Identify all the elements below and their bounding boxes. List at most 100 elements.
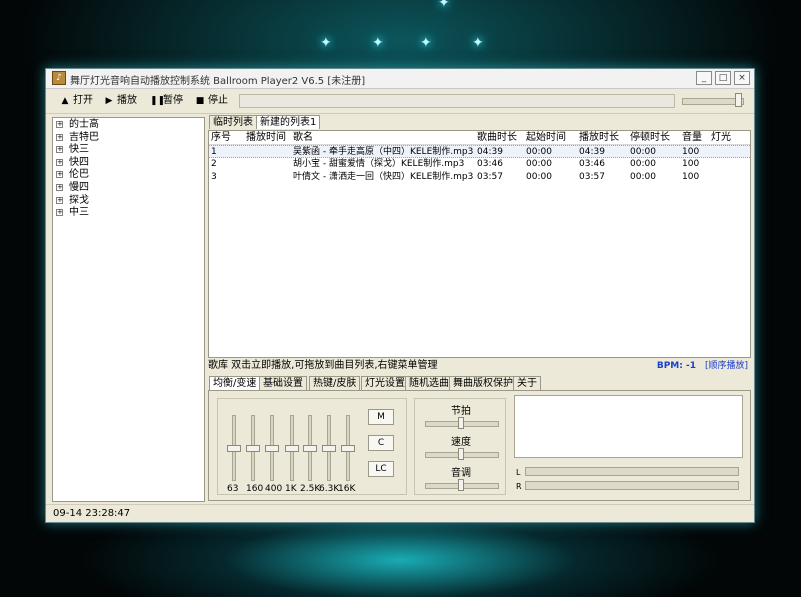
datetime-display: 09-14 23:28:47	[53, 508, 131, 519]
tree-item-label: 探戈	[69, 194, 89, 206]
tree-item-label: 慢四	[69, 181, 89, 193]
col-index[interactable]: 序号	[211, 131, 231, 144]
col-play-length[interactable]: 播放时长	[579, 131, 619, 144]
pitch-slider-thumb[interactable]	[458, 479, 464, 491]
eq-slider-thumb[interactable]	[246, 445, 260, 452]
eq-m-button[interactable]: M	[368, 409, 394, 425]
tree-item[interactable]: + 吉特巴	[53, 132, 204, 145]
expand-icon[interactable]: +	[56, 133, 63, 141]
cell-pause-length: 00:00	[630, 172, 656, 182]
expand-icon[interactable]: +	[56, 121, 63, 128]
maximize-button[interactable]: □	[715, 71, 731, 85]
open-button[interactable]: ▲ 打开	[60, 93, 93, 109]
eq-band-label: 16K	[338, 484, 356, 494]
eq-band-slider[interactable]	[264, 415, 280, 481]
eq-band-slider[interactable]	[226, 415, 242, 481]
cell-play-length: 04:39	[579, 147, 605, 157]
play-button[interactable]: ▶ 播放	[104, 93, 137, 109]
cell-start-time: 00:00	[526, 172, 552, 182]
col-volume[interactable]: 音量	[682, 131, 702, 144]
settings-tab[interactable]: 灯光设置	[361, 376, 409, 390]
status-line: 歌库 双击立即播放,可拖放到曲目列表,右键菜单管理 BPM: -1 [顺序播放]	[208, 359, 748, 373]
settings-tab[interactable]: 基础设置	[259, 376, 307, 390]
eq-slider-thumb[interactable]	[265, 445, 279, 452]
expand-icon[interactable]: +	[56, 209, 63, 217]
title-bar[interactable]: ♪ 舞厅灯光音响自动播放控制系统 Ballroom Player2 V6.5 […	[46, 69, 754, 89]
cell-song-name: 胡小宝 - 甜蜜爱情（探戈）KELE制作.mp3	[293, 159, 465, 169]
left-channel-label: L	[516, 468, 521, 477]
eq-c-button[interactable]: C	[368, 435, 394, 451]
tree-item[interactable]: + 中三	[53, 207, 204, 220]
eq-lc-button[interactable]: LC	[368, 461, 394, 477]
tree-item[interactable]: + 伦巴	[53, 169, 204, 182]
cell-start-time: 00:00	[526, 147, 552, 157]
cell-index: 3	[211, 172, 217, 182]
speed-label: 速度	[451, 437, 471, 448]
expand-icon[interactable]: +	[56, 146, 63, 154]
expand-icon[interactable]: +	[56, 183, 63, 191]
expand-icon[interactable]: +	[56, 196, 63, 204]
cell-volume: 100	[682, 172, 700, 182]
beat-slider-thumb[interactable]	[458, 417, 464, 429]
expand-icon[interactable]: +	[56, 171, 63, 179]
settings-tab[interactable]: 关于	[513, 376, 541, 390]
playback-progress-bar[interactable]	[239, 94, 675, 108]
tree-item[interactable]: + 探戈	[53, 195, 204, 208]
table-row[interactable]: 1 吴紫函 - 牵手走高原（中四）KELE制作.mp3 04:39 00:00 04:3…	[209, 145, 750, 158]
tree-item[interactable]: + 的士高	[53, 119, 204, 132]
eq-slider-thumb[interactable]	[227, 445, 241, 452]
status-bar: 09-14 23:28:47	[46, 504, 754, 523]
tree-item[interactable]: + 快三	[53, 144, 204, 157]
table-row[interactable]: 3 叶倩文 - 潇洒走一回（快四）KELE制作.mp3 03:57 00:00 03:5…	[209, 171, 750, 184]
tree-item[interactable]: + 慢四	[53, 182, 204, 195]
pause-button[interactable]: ❚❚暂停	[150, 93, 183, 109]
tree-item[interactable]: + 快四	[53, 157, 204, 170]
right-level-meter	[525, 481, 739, 490]
eq-band-slider[interactable]	[321, 415, 337, 481]
settings-tab[interactable]: 均衡/变速	[209, 376, 261, 390]
cell-song-name: 吴紫函 - 牵手走高原（中四）KELE制作.mp3	[293, 147, 474, 157]
library-hint: 歌库 双击立即播放,可拖放到曲目列表,右键菜单管理	[208, 360, 438, 371]
col-pause-length[interactable]: 停顿时长	[630, 131, 670, 144]
eq-band-slider[interactable]	[284, 415, 300, 481]
col-song-name[interactable]: 歌名	[293, 131, 313, 144]
tab-temp-list[interactable]: 临时列表	[209, 115, 257, 129]
expand-icon[interactable]: +	[56, 158, 63, 166]
speed-slider-thumb[interactable]	[458, 448, 464, 460]
cell-duration: 04:39	[477, 147, 503, 157]
minimize-button[interactable]: _	[696, 71, 712, 85]
cell-pause-length: 00:00	[630, 147, 656, 157]
app-window: ♪ 舞厅灯光音响自动播放控制系统 Ballroom Player2 V6.5 […	[45, 68, 755, 523]
table-row[interactable]: 2 胡小宝 - 甜蜜爱情（探戈）KELE制作.mp3 03:46 00:00 03:46…	[209, 158, 750, 171]
eq-band-slider[interactable]	[302, 415, 318, 481]
settings-tab[interactable]: 热键/皮肤	[309, 376, 361, 390]
tree-item-label: 快四	[69, 156, 89, 168]
tree-item-label: 吉特巴	[69, 131, 99, 143]
stop-label: 停止	[208, 95, 228, 106]
cell-song-name: 叶倩文 - 潇洒走一回（快四）KELE制作.mp3	[293, 172, 474, 182]
sparkle-icon: ✦	[420, 35, 432, 51]
stop-button[interactable]: ■ 停止	[195, 93, 228, 109]
tree-item-label: 的士高	[69, 119, 99, 130]
eq-slider-thumb[interactable]	[285, 445, 299, 452]
tab-new-list-1[interactable]: 新建的列表1	[256, 115, 321, 129]
close-button[interactable]: ×	[734, 71, 750, 85]
eq-slider-thumb[interactable]	[341, 445, 355, 452]
col-light[interactable]: 灯光	[711, 131, 731, 144]
settings-tab[interactable]: 舞曲版权保护	[449, 376, 517, 390]
eq-band-label: 400	[265, 484, 283, 494]
play-mode-toggle[interactable]: [顺序播放]	[705, 359, 748, 373]
col-play-time[interactable]: 播放时间	[246, 131, 286, 144]
eq-slider-thumb[interactable]	[322, 445, 336, 452]
col-start-time[interactable]: 起始时间	[526, 131, 566, 144]
volume-slider-thumb[interactable]	[735, 93, 742, 107]
eq-slider-thumb[interactable]	[303, 445, 317, 452]
playlist-table: 序号 播放时间 歌名 歌曲时长 起始时间 播放时长 停顿时长 音量 灯光 1 吴紫…	[208, 130, 751, 358]
eq-band-slider[interactable]	[245, 415, 261, 481]
app-logo-icon: ♪	[52, 71, 66, 85]
settings-tab[interactable]: 随机选曲	[405, 376, 453, 390]
col-duration[interactable]: 歌曲时长	[477, 131, 517, 144]
eq-band-slider[interactable]	[340, 415, 356, 481]
cell-index: 1	[211, 147, 217, 157]
right-channel-label: R	[516, 482, 522, 491]
